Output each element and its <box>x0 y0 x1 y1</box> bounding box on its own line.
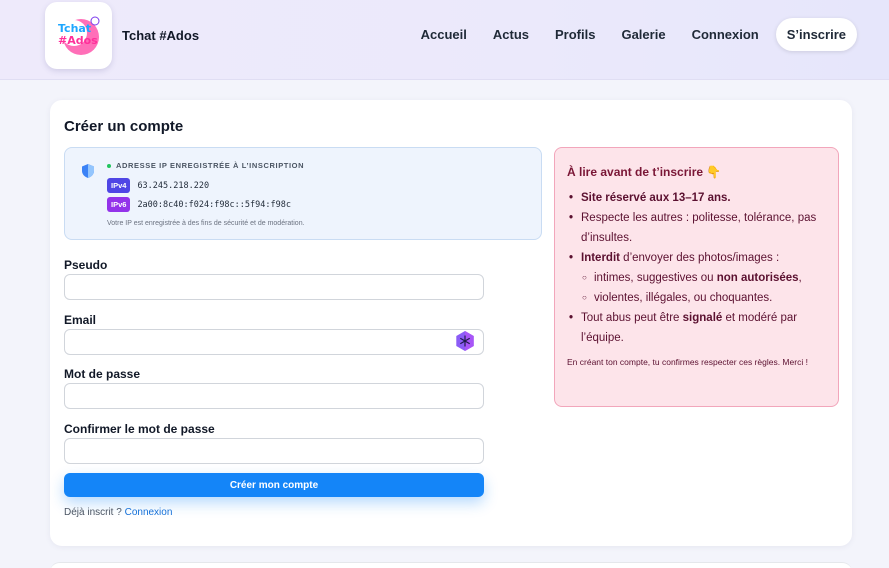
rule-subitem: violentes, illégales, ou choquantes. <box>567 288 825 308</box>
nav-profils[interactable]: Profils <box>542 18 608 51</box>
page-title: Créer un compte <box>64 118 184 135</box>
rule-subitem: intimes, suggestives ou non autorisées, <box>567 268 825 288</box>
ip-info-panel: ADRESSE IP ENREGISTRÉE À L’INSCRIPTION I… <box>64 147 542 240</box>
ip-header: ADRESSE IP ENREGISTRÉE À L’INSCRIPTION <box>107 161 304 170</box>
password-label: Mot de passe <box>64 367 141 381</box>
ipv4-badge: IPv4 <box>107 178 131 193</box>
confirm-password-label: Confirmer le mot de passe <box>64 422 215 436</box>
rule-sub1-bold: non autorisées <box>716 272 799 284</box>
rule-sub1-post: , <box>798 272 802 284</box>
ipv6-row: IPv6 2a00:8c40:f024:f98c::5f94:f98c <box>107 197 291 212</box>
signup-card: Créer un compte ADRESSE IP ENREGISTRÉE À… <box>50 100 852 546</box>
rule-age-text: Site réservé aux 13–17 ans. <box>581 192 731 204</box>
rules-panel: À lire avant de t’inscrire 👇 Site réserv… <box>554 147 839 407</box>
ipv4-row: IPv4 63.245.218.220 <box>107 178 209 193</box>
nav-accueil[interactable]: Accueil <box>408 18 480 51</box>
nav-connexion[interactable]: Connexion <box>679 18 772 51</box>
rule-abuse-bold: signalé <box>682 312 723 324</box>
login-link[interactable]: Connexion <box>125 507 173 518</box>
nav-galerie[interactable]: Galerie <box>608 18 678 51</box>
rule-forbidden-bold: Interdit <box>581 252 620 264</box>
brand-name[interactable]: Tchat #Ados <box>122 28 199 43</box>
rule-item: Respecte les autres : politesse, toléran… <box>567 208 825 248</box>
rules-title: À lire avant de t’inscrire 👇 <box>567 165 722 179</box>
confirm-password-input[interactable] <box>64 438 484 464</box>
rule-item: Site réservé aux 13–17 ans. <box>567 188 825 208</box>
logo-icon: Tchat #Ados <box>58 16 99 55</box>
ipv6-value: 2a00:8c40:f024:f98c::5f94:f98c <box>137 199 291 210</box>
password-manager-icon[interactable] <box>455 331 475 351</box>
rule-item: Interdit d’envoyer des photos/images : <box>567 248 825 268</box>
rule-forbidden-text: d’envoyer des photos/images : <box>619 252 780 264</box>
main-nav: Accueil Actus Profils Galerie Connexion … <box>408 18 857 51</box>
email-input[interactable] <box>64 329 484 355</box>
top-navbar: Tchat #Ados Tchat #Ados Accueil Actus Pr… <box>0 0 889 80</box>
nav-signup-button[interactable]: S’inscrire <box>775 18 857 51</box>
pseudo-label: Pseudo <box>64 258 108 272</box>
site-logo[interactable]: Tchat #Ados <box>45 2 112 69</box>
rules-footer: En créant ton compte, tu confirmes respe… <box>567 357 808 367</box>
status-dot-icon <box>107 163 111 168</box>
nav-actus[interactable]: Actus <box>480 18 542 51</box>
rule-respect-text: Respecte les autres : politesse, toléran… <box>581 212 817 244</box>
pseudo-input[interactable] <box>64 274 484 300</box>
login-prompt: Déjà inscrit ? Connexion <box>64 507 172 518</box>
rule-abuse-pre: Tout abus peut être <box>581 312 683 324</box>
ipv4-value: 63.245.218.220 <box>137 180 210 191</box>
rule-item: Tout abus peut être signalé et modéré pa… <box>567 308 825 348</box>
rules-list: Site réservé aux 13–17 ans. Respecte les… <box>567 188 825 348</box>
svg-text:#Ados: #Ados <box>58 34 98 47</box>
rule-sub1-pre: intimes, suggestives ou <box>594 272 717 284</box>
ip-note: Votre IP est enregistrée à des fins de s… <box>107 220 305 227</box>
next-section-edge <box>50 562 852 568</box>
rule-sub2-text: violentes, illégales, ou choquantes. <box>594 292 773 304</box>
login-prompt-text: Déjà inscrit ? <box>64 507 122 518</box>
shield-icon <box>82 164 94 178</box>
create-account-button[interactable]: Créer mon compte <box>64 473 484 497</box>
ip-header-text: ADRESSE IP ENREGISTRÉE À L’INSCRIPTION <box>116 161 305 170</box>
ipv6-badge: IPv6 <box>107 197 131 212</box>
password-input[interactable] <box>64 383 484 409</box>
email-label: Email <box>64 313 97 327</box>
